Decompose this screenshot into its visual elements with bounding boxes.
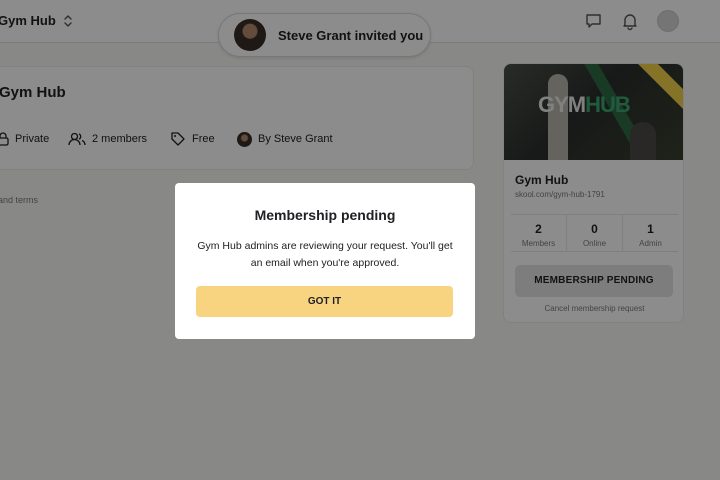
dialog-title: Membership pending (254, 207, 396, 223)
dialog-body: Gym Hub admins are reviewing your reques… (197, 240, 453, 269)
membership-pending-dialog: Membership pending Gym Hub admins are re… (175, 183, 475, 339)
got-it-button[interactable]: GOT IT (196, 286, 453, 317)
